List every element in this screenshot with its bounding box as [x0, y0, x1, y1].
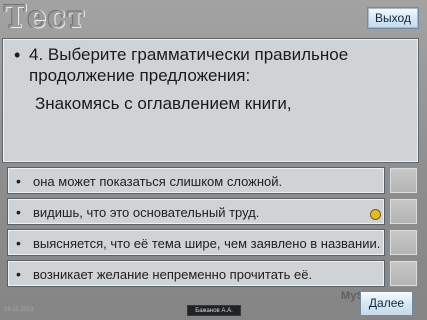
footer-date: 18.11.2013 [4, 307, 34, 313]
answer-checkbox-1[interactable] [389, 167, 418, 194]
answer-text: видишь, что это основательный труд. [33, 205, 260, 220]
answer-checkbox-4[interactable] [389, 260, 418, 287]
answer-bullet: • [16, 173, 21, 189]
question-subtitle: Знакомясь с оглавлением книги, [35, 94, 292, 113]
answer-option-1[interactable]: • она может показаться слишком сложной. [7, 167, 385, 194]
next-button[interactable]: Далее [360, 291, 413, 316]
question-title: 4. Выберите грамматически правильное про… [29, 45, 349, 85]
answer-text: она может показаться слишком сложной. [33, 174, 283, 189]
question-panel: • 4. Выберите грамматически правильное п… [2, 38, 419, 163]
exit-button[interactable]: Выход [367, 7, 419, 29]
answer-option-3[interactable]: • выясняется, что её тема шире, чем заяв… [7, 229, 385, 256]
answer-checkbox-3[interactable] [389, 229, 418, 256]
answer-bullet: • [16, 235, 21, 251]
page-title: Тест [4, 0, 87, 35]
answer-text: выясняется, что её тема шире, чем заявле… [33, 236, 381, 251]
answer-option-4[interactable]: • возникает желание непременно прочитать… [7, 260, 385, 287]
footer-author: Бажанов А.А. [187, 305, 241, 316]
answer-option-2[interactable]: • видишь, что это основательный труд. [7, 198, 385, 225]
selected-answer-indicator [370, 209, 381, 220]
answer-checkbox-2[interactable] [389, 198, 418, 225]
answer-bullet: • [16, 204, 21, 220]
answer-text: возникает желание непременно прочитать е… [33, 267, 313, 282]
question-bullet: • [14, 45, 21, 65]
answer-bullet: • [16, 266, 21, 282]
